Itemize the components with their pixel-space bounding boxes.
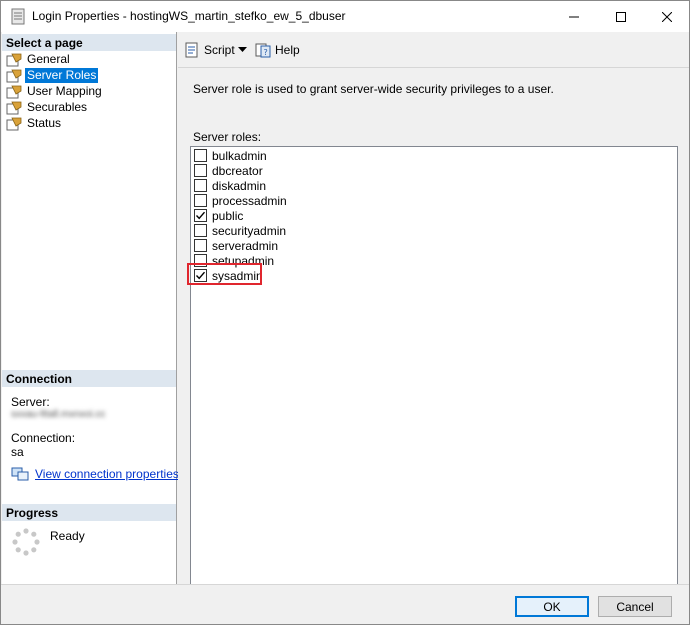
server-roles-list: bulkadmin dbcreator diskadmin processadm… [190,146,678,623]
page-item-server-roles[interactable]: Server Roles [6,68,99,83]
minimize-icon [569,16,579,17]
chevron-down-icon [238,47,247,52]
wrench-page-icon [6,117,22,130]
database-icon [11,8,25,25]
role-row-public[interactable]: public [194,208,243,223]
role-name: bulkadmin [212,148,267,163]
role-name: processadmin [212,193,287,208]
ok-button[interactable]: OK [515,596,589,617]
checkmark-icon [195,271,206,280]
wrench-page-icon [6,69,22,82]
help-icon: ? [255,43,271,58]
script-button[interactable]: Script [184,41,235,59]
page-item-label: User Mapping [27,84,102,98]
progress-header: Progress [2,504,176,521]
help-button[interactable]: ? Help [255,41,300,59]
page-item-user-mapping[interactable]: User Mapping [6,84,104,99]
window-title: Login Properties - hostingWS_martin_stef… [32,9,346,23]
connection-properties-icon [11,467,29,481]
page-item-label: General [27,52,70,66]
role-row-processadmin[interactable]: processadmin [194,193,287,208]
toolbar: Script ? Help [178,32,689,68]
minimize-button[interactable] [551,1,597,32]
server-label: Server: [11,395,50,409]
role-row-setupadmin[interactable]: setupadmin [194,253,274,268]
role-row-securityadmin[interactable]: securityadmin [194,223,286,238]
role-name: dbcreator [212,163,263,178]
role-name: serveradmin [212,238,279,253]
script-label: Script [204,43,235,57]
role-checkbox[interactable] [194,179,207,192]
svg-text:?: ? [264,48,268,57]
title-bar: Login Properties - hostingWS_martin_stef… [1,1,689,32]
role-checkbox[interactable] [194,224,207,237]
server-roles-label: Server roles: [193,130,262,144]
wrench-page-icon [6,101,22,114]
select-page-header: Select a page [2,34,176,51]
connection-label: Connection: [11,431,76,445]
page-item-status[interactable]: Status [6,116,63,131]
role-name: setupadmin [212,253,275,268]
server-roles-content: Server role is used to grant server-wide… [178,69,689,623]
role-row-sysadmin[interactable]: sysadmin [194,268,263,283]
role-checkbox[interactable] [194,239,207,252]
role-checkbox[interactable] [194,149,207,162]
page-item-label: Server Roles [25,68,99,83]
connection-header: Connection [2,370,176,387]
script-icon [185,42,198,58]
page-item-securables[interactable]: Securables [6,100,89,115]
wrench-page-icon [6,53,22,66]
view-connection-properties-link[interactable]: View connection properties [35,467,179,481]
role-checkbox[interactable] [194,269,207,282]
connection-value: sa [11,445,24,459]
role-checkbox[interactable] [194,194,207,207]
role-name: sysadmin [212,268,263,283]
role-checkbox[interactable] [194,254,207,267]
role-row-bulkadmin[interactable]: bulkadmin [194,148,267,163]
checkmark-icon [195,211,206,220]
view-connection-properties[interactable]: View connection properties [11,467,179,481]
left-pane: Select a page General Server Roles User … [2,32,179,584]
page-item-label: Status [27,116,62,130]
role-name: securityadmin [212,223,287,238]
server-value: sxxau-lttall.mxnxoi.cc [11,409,106,420]
wrench-page-icon [6,85,22,98]
login-properties-window: Login Properties - hostingWS_martin_stef… [0,0,690,625]
close-button[interactable] [644,1,690,32]
dialog-button-bar: OK Cancel [1,584,689,624]
page-item-label: Securables [27,100,88,114]
progress-spinner-icon [12,528,40,556]
help-label: Help [275,43,300,57]
role-checkbox[interactable] [194,164,207,177]
script-dropdown-button[interactable] [238,41,247,59]
role-name: public [212,208,244,223]
role-name: diskadmin [212,178,267,193]
server-roles-description: Server role is used to grant server-wide… [193,82,554,96]
role-row-diskadmin[interactable]: diskadmin [194,178,266,193]
role-row-dbcreator[interactable]: dbcreator [194,163,263,178]
role-checkbox[interactable] [194,209,207,222]
close-icon [662,11,672,22]
page-item-general[interactable]: General [6,52,72,67]
maximize-icon [616,11,626,22]
role-row-serveradmin[interactable]: serveradmin [194,238,278,253]
progress-status: Ready [50,529,85,543]
cancel-button[interactable]: Cancel [598,596,672,617]
maximize-button[interactable] [598,1,644,32]
